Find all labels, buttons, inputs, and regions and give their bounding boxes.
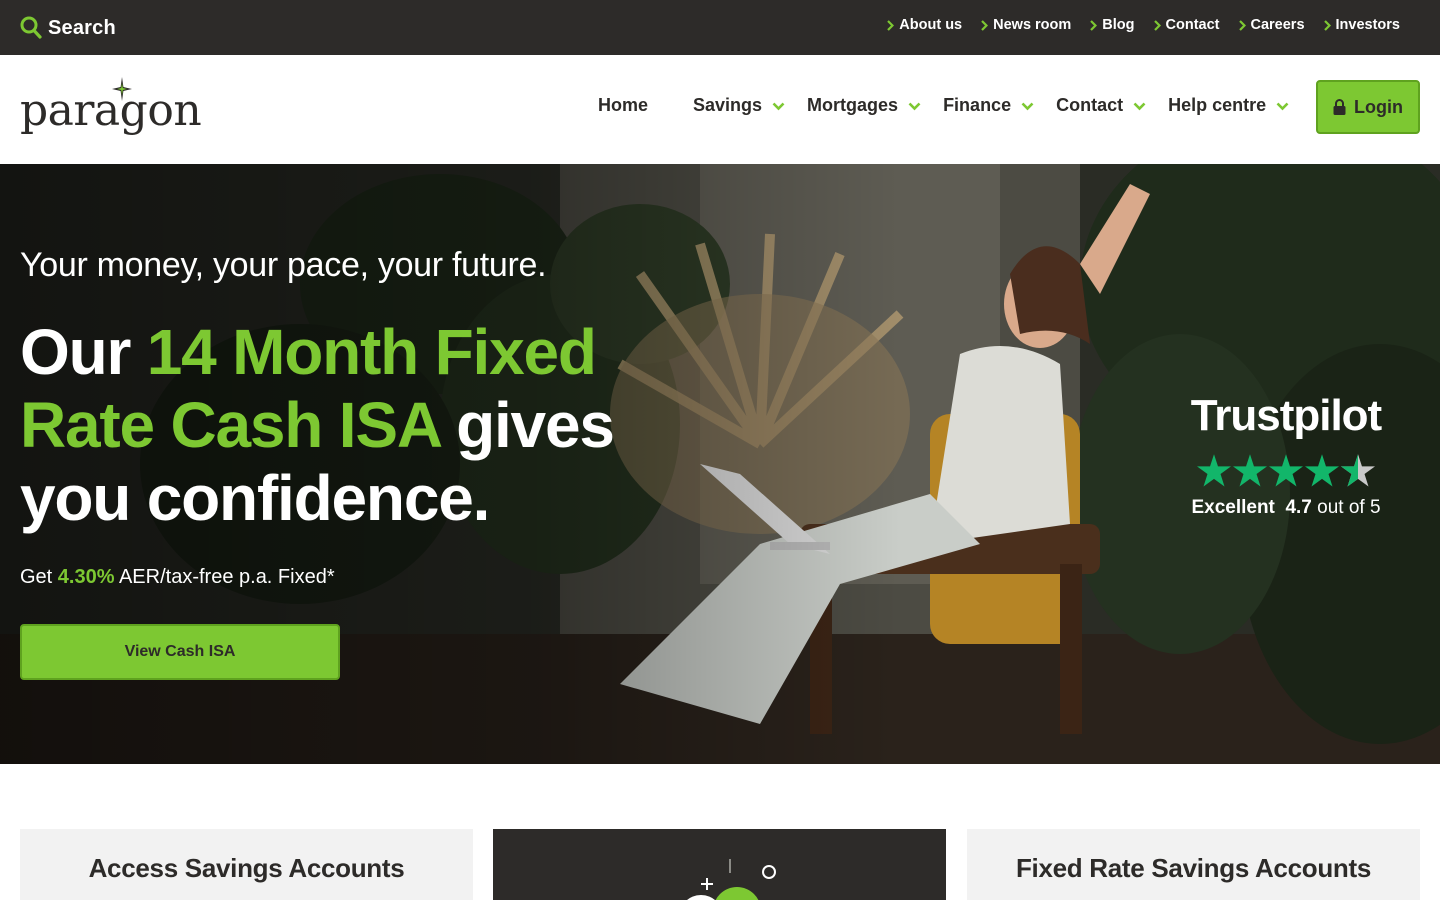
search-label: Search: [48, 16, 116, 39]
chevron-down-icon: [1133, 102, 1146, 111]
chevron-right-icon: [887, 19, 895, 31]
hero-kicker: Your money, your pace, your future.: [20, 246, 547, 284]
hero-banner: Your money, your pace, your future. Our …: [0, 164, 1440, 764]
search-button[interactable]: Search: [20, 16, 116, 40]
utility-bar: Search About us News room Blog Contact C…: [0, 0, 1440, 55]
trustpilot-rating-word: Excellent: [1191, 497, 1275, 518]
chevron-right-icon: [1090, 19, 1098, 31]
lock-icon: [1333, 99, 1346, 115]
hero-title-part1: Our: [20, 316, 147, 388]
main-nav: Home Savings Mortgages Finance Contact H…: [598, 95, 1289, 116]
utility-link-label: Blog: [1102, 17, 1135, 33]
trustpilot-rating-line: Excellent 4.7 out of 5: [1180, 497, 1392, 519]
hero-title: Our 14 Month Fixed Rate Cash ISA gives y…: [20, 316, 700, 535]
view-cash-isa-button[interactable]: View Cash ISA: [20, 624, 340, 680]
star-icon: [1269, 454, 1303, 487]
chevron-right-icon: [981, 19, 989, 31]
chevron-right-icon: [1323, 19, 1331, 31]
utility-link-label: Contact: [1165, 17, 1220, 33]
nav-label: Mortgages: [807, 95, 899, 115]
utility-link-label: Careers: [1250, 17, 1305, 33]
nav-help-centre[interactable]: Help centre: [1168, 95, 1289, 116]
star-icon: [1233, 454, 1267, 487]
nav-contact[interactable]: Contact: [1056, 95, 1146, 116]
product-cards: Access Savings Accounts Fixed Rate Savin…: [20, 829, 1420, 900]
trustpilot-brand: Trustpilot: [1190, 391, 1382, 440]
utility-link-investors[interactable]: Investors: [1323, 17, 1400, 33]
chevron-down-icon: [908, 102, 921, 111]
trustpilot-score: 4.7: [1285, 497, 1312, 518]
rate-suffix: AER/tax-free p.a. Fixed*: [114, 566, 335, 588]
chevron-down-icon: [1021, 102, 1034, 111]
utility-link-label: Investors: [1335, 17, 1400, 33]
login-label: Login: [1354, 96, 1403, 117]
utility-link-careers[interactable]: Careers: [1238, 17, 1305, 33]
chevron-right-icon: [1153, 19, 1161, 31]
login-button[interactable]: Login: [1316, 80, 1420, 134]
main-header: paragon Home Savings Mortgages Finance C…: [0, 55, 1440, 164]
card-promo[interactable]: [493, 829, 946, 900]
nav-savings[interactable]: Savings: [693, 95, 785, 116]
card-title: Fixed Rate Savings Accounts: [1015, 853, 1372, 883]
nav-label: Contact: [1056, 95, 1124, 115]
cta-label: View Cash ISA: [124, 643, 236, 660]
nav-mortgages[interactable]: Mortgages: [807, 95, 921, 116]
nav-label: Help centre: [1168, 95, 1267, 115]
nav-home[interactable]: Home: [598, 95, 648, 116]
star-icon: [1305, 454, 1339, 487]
search-icon: [20, 16, 42, 40]
card-access-savings[interactable]: Access Savings Accounts: [20, 829, 473, 900]
trustpilot-stars: [1180, 454, 1392, 487]
card-title: Access Savings Accounts: [88, 853, 405, 883]
hero-rate-line: Get 4.30% AER/tax-free p.a. Fixed*: [20, 566, 335, 589]
utility-links: About us News room Blog Contact Careers …: [887, 17, 1400, 33]
utility-link-label: News room: [993, 17, 1072, 33]
utility-link-contact[interactable]: Contact: [1153, 17, 1220, 33]
nav-finance[interactable]: Finance: [943, 95, 1034, 116]
utility-link-about-us[interactable]: About us: [887, 17, 962, 33]
nav-label: Savings: [693, 95, 763, 115]
utility-link-news-room[interactable]: News room: [981, 17, 1071, 33]
utility-link-label: About us: [899, 17, 963, 33]
star-half-icon: [1341, 454, 1375, 487]
chevron-down-icon: [772, 102, 785, 111]
chevron-right-icon: [1238, 19, 1246, 31]
star-icon: [1197, 454, 1231, 487]
paragon-logo[interactable]: paragon: [20, 75, 202, 145]
rate-prefix: Get: [20, 566, 58, 588]
logo-wordmark: paragon: [20, 85, 202, 136]
rate-value: 4.30%: [57, 566, 115, 588]
utility-link-blog[interactable]: Blog: [1090, 17, 1135, 33]
card-fixed-rate-savings[interactable]: Fixed Rate Savings Accounts: [967, 829, 1420, 900]
chevron-down-icon: [1276, 102, 1289, 111]
nav-label: Home: [598, 95, 649, 115]
trustpilot-out-of: out of 5: [1317, 497, 1381, 518]
nav-label: Finance: [943, 95, 1012, 115]
promo-illustration: [687, 859, 776, 900]
trustpilot-widget[interactable]: Trustpilot Excellent 4.7 out of 5: [1180, 392, 1392, 519]
